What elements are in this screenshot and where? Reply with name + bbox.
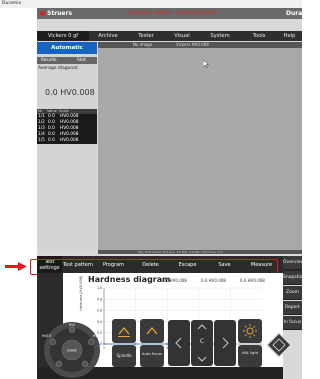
zoom-button[interactable]: Zoom [283,286,302,300]
dial-label-hv1: HV1 [93,334,99,338]
chevron-down-icon [197,356,207,362]
zoom-up-button[interactable] [112,319,136,343]
chevron-right-icon [222,337,229,349]
home-label: C [199,338,205,345]
sun-icon [243,324,257,338]
chart-title: Hardness diagram [88,275,171,284]
overview-button[interactable]: Overview [283,256,302,270]
chart-header-value: 0.0 HV0.008 [201,278,226,283]
row-scale: HV0.008 [60,138,79,143]
brand-dot-icon [40,11,45,16]
menu-system[interactable]: System [199,31,241,41]
turret-dial[interactable]: turret HV2 HV1 HV0.5 [37,316,107,379]
auto-focus-button[interactable]: Auto focus [140,345,164,367]
camera-image[interactable] [98,48,302,250]
dial-label-hv05: HV0.5 [42,334,51,338]
hal-light-button[interactable]: HAL light [238,345,262,367]
results-tabs: Results Stat. [37,57,97,64]
dial-center-label: turret [67,348,77,353]
chevron-up-icon [197,324,207,330]
light-button[interactable] [238,319,262,343]
auto-focus-label: Auto focus [141,351,163,356]
hardness-result-value: 0.0 HV0.008 [45,88,95,97]
home-button[interactable]: C [191,320,213,366]
average-diagonal-label: Average diagonal: [38,66,79,71]
start-button[interactable] [264,330,294,360]
row-value: 0.0 [48,138,55,143]
results-tab[interactable]: Results [41,57,57,64]
menu-tools[interactable]: Tools [241,31,277,41]
operator-label: Operator: admin - (Administrator) [127,10,218,16]
y-tick-label: 0.6 [97,309,102,313]
brand-name: Struers [47,10,73,17]
chevron-left-icon [175,337,182,349]
results-table: 1/1 0.0 HV0.008 1/2 0.0 HV0.008 1/3 0.0 HV0.00… [37,114,97,144]
image-status-bar: Obj. 6.5x Zoom: 0.0 Lux: 1.0 Pos: 0.0 Ro… [98,250,302,254]
chart-y-label: Hardness [HV0.008] [79,275,83,311]
in-focus-button[interactable]: In focus [283,316,302,330]
diamond-start-icon [266,332,292,358]
chevron-up-icon [146,326,158,335]
menu-visual[interactable]: Visual [167,31,197,41]
automatic-button[interactable]: Automatic [37,42,97,54]
menu-bar: Vickers 0 gf Archive Tester Visual Syste… [37,31,302,41]
snapshot-button[interactable]: Snapshot [283,271,302,285]
menu-tester[interactable]: Tester [125,31,167,41]
chart-header-value: 0.0 HV0.008 [240,278,265,283]
mouse-cursor-icon [203,60,209,68]
y-tick-label: 1.0 [97,286,102,290]
y-tick-label: 0.8 [97,297,102,301]
dial-label-hv2: HV2 [69,323,75,327]
table-row[interactable]: 1/5 0.0 HV0.008 [37,138,97,144]
results-panel [37,54,97,250]
hal-light-label: HAL light [241,351,259,355]
menu-archive[interactable]: Archive [91,31,125,41]
row-nr: 1/5 [38,138,45,143]
brand-logo: Struers [40,9,72,18]
report-button[interactable]: Report [283,301,302,315]
chevron-up-icon [118,326,130,337]
right-arrow-button[interactable] [214,320,236,366]
menu-scale[interactable]: Vickers 0 gf [37,31,89,41]
spindle-label: Spindle [116,353,132,358]
pointer-arrow-icon [5,262,27,271]
menu-help[interactable]: Help [277,31,302,41]
left-arrow-button[interactable] [168,320,190,366]
focus-up-button[interactable] [140,319,164,343]
window-title: Duramin [0,0,302,8]
stat-tab[interactable]: Stat. [77,57,87,64]
chart-header-value: 0.0 HV0.008 [162,278,187,283]
app-name-corner: Duram [286,10,302,17]
spindle-button[interactable]: Spindle [112,345,136,367]
